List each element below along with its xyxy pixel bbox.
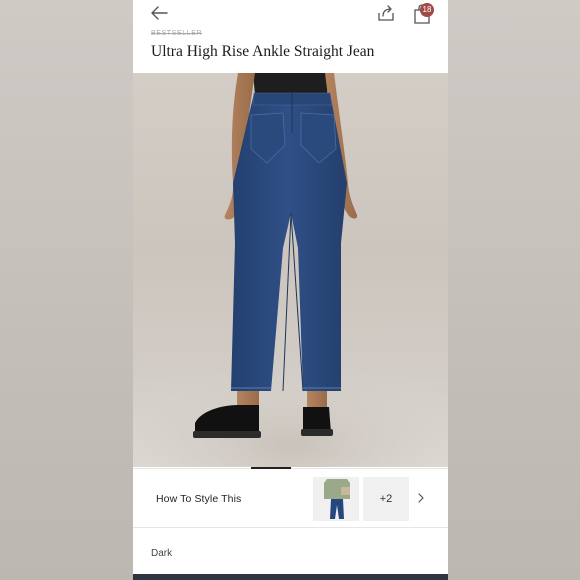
- more-outfits-button[interactable]: +2: [363, 477, 409, 521]
- bag-count-badge: 18: [420, 3, 434, 17]
- selected-color-label: Dark: [151, 548, 173, 559]
- how-to-style-row[interactable]: How To Style This +2: [133, 469, 448, 528]
- chevron-right-icon[interactable]: [416, 492, 426, 504]
- product-image[interactable]: [133, 73, 448, 467]
- outfit-thumbnail[interactable]: [313, 477, 359, 521]
- background-right: [448, 0, 580, 580]
- product-page: 18 BESTSELLER Ultra High Rise Ankle Stra…: [133, 0, 448, 580]
- product-title: Ultra High Rise Ankle Straight Jean: [151, 43, 375, 60]
- how-to-style-label: How To Style This: [156, 493, 242, 505]
- outfit-thumbnail-image: [324, 479, 350, 519]
- share-icon[interactable]: [377, 4, 395, 22]
- bestseller-badge: BESTSELLER: [151, 30, 203, 37]
- bottom-bar: [133, 574, 448, 580]
- model-wearing-jeans-image: [133, 73, 448, 467]
- back-arrow-icon[interactable]: [149, 4, 169, 22]
- top-navigation-bar: 18: [133, 0, 448, 30]
- background-left: [0, 0, 133, 580]
